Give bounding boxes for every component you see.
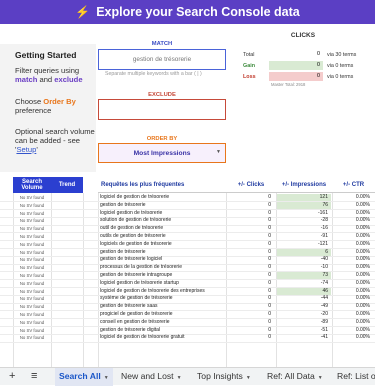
table-row: No SV found gestion de trésorerie 0 76 0.00% [0,201,375,211]
table-row: No SV found logiciel gestion de trésoreri… [0,210,375,218]
table-row: No SV found gestion de trésorerie digital… [0,327,375,335]
clicks-total-row: Total 0 via 30 terms [243,51,357,58]
clicks-loss-row: Loss 0 via 0 terms [243,72,354,81]
clicks-title: CLICKS [290,32,316,39]
chevron-down-icon: ▼ [103,375,109,381]
header-impressions[interactable]: +/- Impressions [276,177,332,193]
exclude-input[interactable] [98,99,226,120]
header-trend[interactable]: Trend [51,177,83,193]
match-hint: Separate multiple keywords with a bar ( … [105,71,202,77]
chevron-down-icon: ▼ [245,375,251,381]
table-row: No SV found logiciel de gestion de trésor… [0,194,375,203]
order-by-value: Most Impressions [133,149,191,157]
tab-search-all[interactable]: Search All ▼ [55,368,113,386]
table-row: No SV found système de gestion de trésore… [0,295,375,304]
banner-title: Explore your Search Console data [96,5,300,19]
table-row: No SV found processus de la gestion de tr… [0,264,375,273]
table-row: No SV found solution de gestion de trésor… [0,217,375,226]
lightning-bolt-icon: ⚡ [75,5,91,19]
clicks-gain-row: Gain 0 via 0 terms [243,61,354,70]
row-divider [0,341,375,343]
getting-started-instructions: Filter queries using match and exclude C… [15,66,95,154]
header-search-volume[interactable]: Search Volume [13,177,51,193]
table-row: No SV found gestion de trésorerie intragr… [0,272,375,281]
table-row: No SV found logiciels de gestion de tréso… [0,241,375,250]
setup-link[interactable]: Setup [16,145,36,154]
match-label: MATCH [151,41,173,47]
add-sheet-button[interactable]: + [9,368,15,386]
tab-new-and-lost[interactable]: New and Lost ▼ [121,368,182,386]
table-row: No SV found gestion de trésorerie logicie… [0,256,375,265]
tab-top-insights[interactable]: Top Insights ▼ [197,368,251,386]
table-row: No SV found progiciel de gestion de tréso… [0,311,375,320]
header-clicks[interactable]: +/- Clicks [226,177,276,193]
order-by-label: ORDER BY [146,136,178,142]
match-input[interactable]: gestion de trésorerie [98,49,226,70]
all-sheets-menu-icon[interactable]: ≡ [31,368,37,386]
table-row: No SV found gestion de trésorerie 0 6 0.00% [0,248,375,257]
getting-started-title: Getting Started [15,50,77,60]
header-ctr[interactable]: +/- CTR [332,177,375,193]
header-queries[interactable]: Requêtes les plus fréquentes [98,177,226,193]
tab-ref-list-of[interactable]: Ref: List of [337,368,375,386]
table-row: No SV found logiciel gestion de trésoreri… [0,280,375,289]
table-row: No SV found logiciel de gestion de trésor… [0,334,375,343]
table-row: No SV found outil de gestion de trésoreri… [0,225,375,234]
order-by-dropdown[interactable]: Most Impressions ▼ [98,143,226,163]
table-row: No SV found gestion de trésorerie saas 0 -4… [0,303,375,312]
master-total: Master Total: 2918 [271,82,306,87]
table-row: No SV found outils de gestion de trésorer… [0,233,375,242]
exclude-label: EXCLUDE [148,92,176,98]
sheet-tab-bar: + ≡ Search All ▼ New and Lost ▼ Top Insigh… [0,367,375,386]
tab-ref-all-data[interactable]: Ref: All Data ▼ [267,368,323,386]
table-row: No SV found conseil en gestion de trésore… [0,319,375,328]
table-row: No SV found logiciel de gestion de trésor… [0,287,375,296]
chevron-down-icon: ▼ [176,375,182,381]
chevron-down-icon: ▼ [216,149,221,155]
chevron-down-icon: ▼ [317,375,323,381]
header-banner: ⚡ Explore your Search Console data [0,0,375,24]
